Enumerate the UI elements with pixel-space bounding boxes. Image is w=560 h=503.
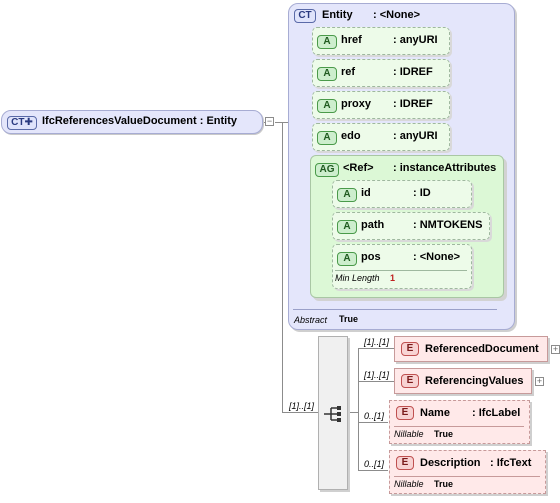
element-multiplicity: 0..[1]: [364, 411, 385, 421]
attribute-name: proxy: [341, 98, 371, 110]
element-icon: E: [401, 342, 419, 356]
element-icon: E: [396, 406, 414, 420]
attribute-group-icon: AG: [315, 163, 339, 177]
attribute-path[interactable]: A path : NMTOKENS: [332, 212, 490, 240]
sequence-multiplicity: [1]..[1]: [289, 401, 315, 411]
element-icon: E: [401, 374, 419, 388]
element-icon: E: [396, 456, 414, 470]
element-type: : IfcLabel: [472, 407, 521, 419]
nillable-value: True: [434, 429, 454, 439]
element-name[interactable]: E Name : IfcLabel Nillable True: [389, 400, 530, 444]
attribute-type: : NMTOKENS: [413, 219, 483, 231]
attribute-type: : anyURI: [393, 130, 438, 142]
attribute-icon: A: [317, 35, 337, 49]
nillable-label: Nillable: [394, 479, 424, 489]
attribute-icon: A: [337, 252, 357, 266]
expand-toggle[interactable]: +: [535, 377, 544, 386]
attribute-icon: A: [317, 67, 337, 81]
element-name-label: Name: [420, 407, 450, 419]
nillable-value: True: [434, 479, 454, 489]
expand-toggle[interactable]: +: [551, 345, 560, 354]
abstract-label: Abstract: [294, 315, 328, 325]
root-complex-type[interactable]: CT✚ IfcReferencesValueDocument : Entity: [1, 110, 263, 134]
abstract-value: True: [339, 314, 359, 324]
complex-type-icon: CT✚: [7, 116, 37, 130]
min-length-label: Min Length: [335, 273, 380, 283]
element-multiplicity: 0..[1]: [364, 459, 385, 469]
entity-type: : <None>: [373, 9, 421, 21]
attribute-pos[interactable]: A pos : <None> Min Length 1: [332, 244, 472, 289]
facet-divider: [394, 476, 540, 477]
element-name: ReferencingValues: [425, 375, 524, 387]
nillable-label: Nillable: [394, 429, 424, 439]
collapse-toggle[interactable]: −: [265, 117, 274, 126]
sequence-compositor[interactable]: [318, 336, 348, 490]
entity-name: Entity: [322, 9, 353, 21]
facet-divider: [394, 426, 524, 427]
entity-divider: [293, 309, 497, 310]
attribute-icon: A: [337, 188, 357, 202]
element-description[interactable]: E Description : IfcText Nillable True: [389, 450, 546, 494]
element-multiplicity: [1]..[1]: [364, 337, 390, 347]
element-name: ReferencedDocument: [425, 343, 539, 355]
attribute-edo[interactable]: A edo : anyURI: [312, 123, 450, 151]
group-type: : instanceAttributes: [393, 162, 497, 174]
element-multiplicity: [1]..[1]: [364, 370, 390, 380]
attribute-icon: A: [317, 99, 337, 113]
attribute-type: : IDREF: [393, 66, 433, 78]
attribute-id[interactable]: A id : ID: [332, 180, 472, 208]
attribute-icon: A: [317, 131, 337, 145]
attribute-name: id: [361, 187, 371, 199]
sequence-icon: [324, 406, 341, 422]
attribute-name: href: [341, 34, 362, 46]
complex-type-icon: CT: [294, 9, 316, 23]
attribute-proxy[interactable]: A proxy : IDREF: [312, 91, 450, 119]
element-referenced-document[interactable]: E ReferencedDocument: [394, 336, 548, 362]
facet-divider: [335, 270, 467, 271]
attribute-type: : anyURI: [393, 34, 438, 46]
element-name-label: Description: [420, 457, 481, 469]
attribute-name: pos: [361, 251, 381, 263]
root-label: IfcReferencesValueDocument : Entity: [42, 115, 238, 127]
attribute-ref[interactable]: A ref : IDREF: [312, 59, 450, 87]
attribute-name: ref: [341, 66, 356, 78]
element-referencing-values[interactable]: E ReferencingValues: [394, 368, 532, 394]
attribute-icon: A: [337, 220, 357, 234]
attribute-type: : <None>: [413, 251, 461, 263]
attribute-href[interactable]: A href : anyURI: [312, 27, 450, 55]
attribute-name: edo: [341, 130, 361, 142]
attribute-name: path: [361, 219, 385, 231]
element-type: : IfcText: [490, 457, 532, 469]
min-length-value: 1: [390, 273, 396, 283]
attribute-type: : IDREF: [393, 98, 433, 110]
attribute-type: : ID: [413, 187, 431, 199]
group-name: <Ref>: [343, 162, 374, 174]
